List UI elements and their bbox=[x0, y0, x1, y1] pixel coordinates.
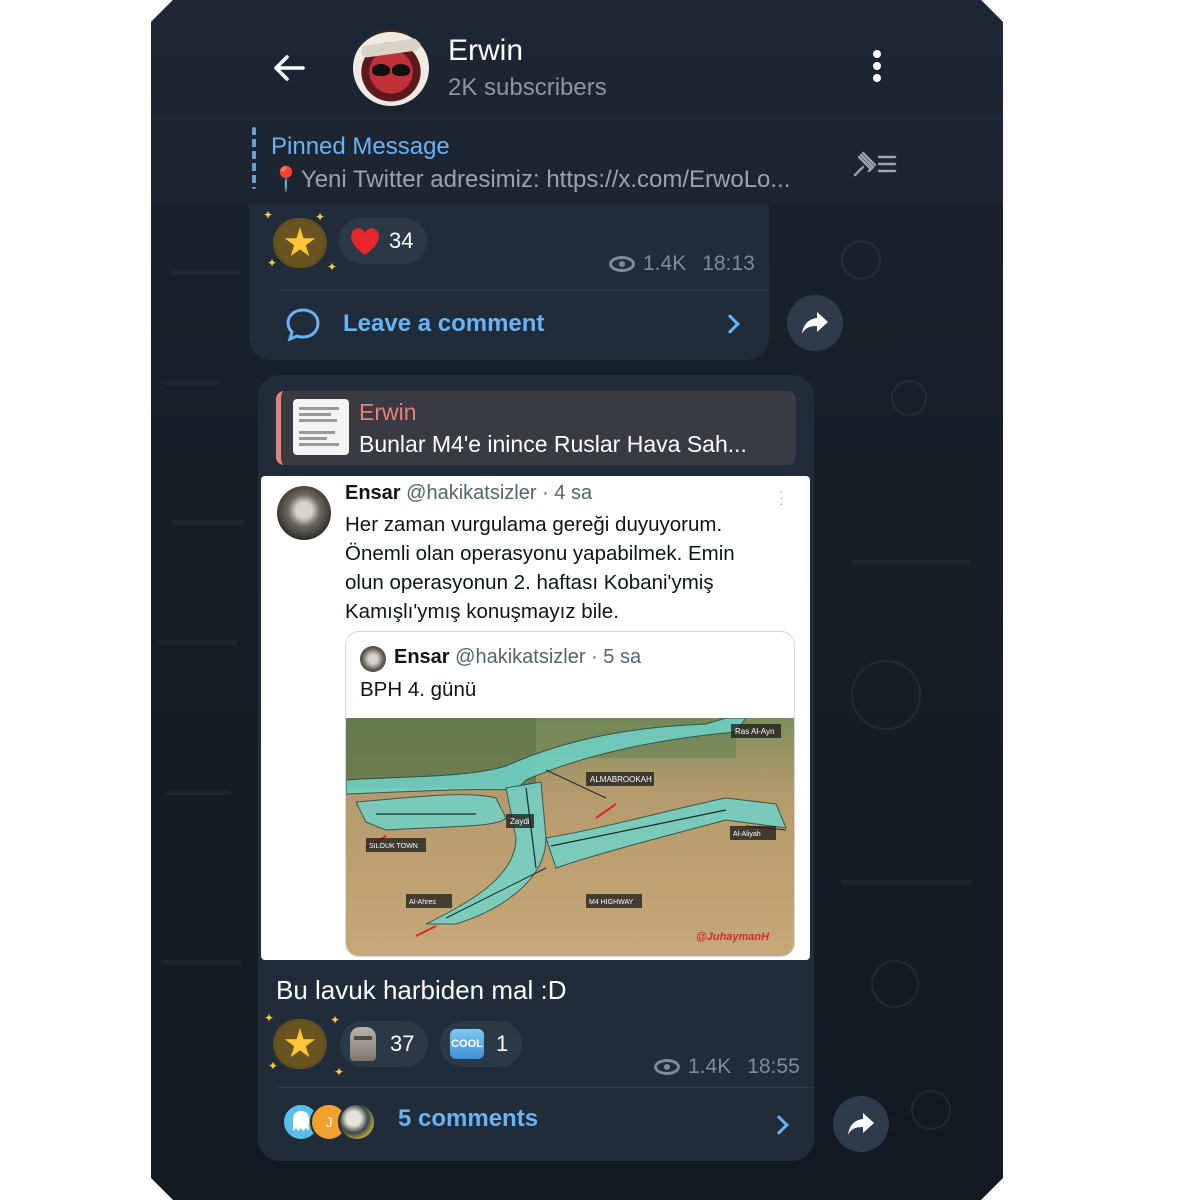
views-icon bbox=[609, 256, 635, 272]
tweet-author: Ensar bbox=[345, 482, 401, 504]
message-time: 18:55 bbox=[747, 1055, 800, 1078]
chevron-right-icon bbox=[720, 314, 740, 334]
view-count: 1.4K bbox=[643, 252, 687, 275]
tweet-line: olun operasyonun 2. haftası Kobani'ymiş bbox=[345, 571, 714, 594]
reaction-star[interactable] bbox=[273, 218, 327, 268]
quote-text: BPH 4. günü bbox=[360, 678, 477, 701]
wallpaper-line bbox=[157, 640, 237, 645]
star-icon bbox=[284, 1028, 316, 1058]
reaction-count: 34 bbox=[389, 228, 414, 253]
tweet-more-icon: · · · bbox=[779, 483, 784, 511]
quote-age: · 5 sa bbox=[591, 646, 642, 668]
wallpaper-line bbox=[171, 270, 241, 275]
pinned-list-icon[interactable] bbox=[851, 149, 897, 179]
message-meta: 1.4K 18:55 bbox=[654, 1055, 800, 1079]
leave-comment-button[interactable]: Leave a comment bbox=[285, 306, 544, 342]
pinned-title: Pinned Message bbox=[271, 133, 450, 160]
chat-header: Erwin 2K subscribers bbox=[151, 0, 1003, 118]
comments-button[interactable]: 5 comments bbox=[398, 1105, 538, 1133]
map-label: Ras Al-Ayn bbox=[735, 727, 774, 736]
moai-icon bbox=[350, 1027, 376, 1061]
wallpaper-doodle bbox=[871, 960, 919, 1008]
quote-avatar bbox=[360, 646, 386, 672]
tweet-body: Her zaman vurgulama gereği duyuyorum. Ön… bbox=[345, 510, 785, 626]
wallpaper-line bbox=[161, 380, 221, 385]
wallpaper-line bbox=[165, 790, 231, 795]
divider bbox=[279, 290, 769, 291]
reaction-count: 1 bbox=[496, 1031, 509, 1056]
pinned-text: 📍Yeni Twitter adresimiz: https://x.com/E… bbox=[271, 166, 791, 193]
channel-name[interactable]: Erwin bbox=[448, 34, 523, 68]
map-label: Zaydi bbox=[510, 817, 530, 826]
quoted-tweet: Ensar @hakikatsizler · 5 sa BPH 4. günü bbox=[345, 631, 795, 957]
subscriber-count: 2K subscribers bbox=[448, 74, 607, 101]
telegram-screen: Erwin 2K subscribers Pinned Message 📍Yen… bbox=[151, 0, 1003, 1200]
share-button[interactable] bbox=[787, 295, 843, 351]
comments-label: 5 comments bbox=[398, 1105, 539, 1132]
tweet-line: Kamışlı'ymış konuşmayız bile. bbox=[345, 600, 619, 623]
share-icon bbox=[848, 1113, 874, 1135]
reply-text: Bunlar M4'e inince Ruslar Hava Sah... bbox=[359, 431, 747, 457]
channel-avatar[interactable] bbox=[353, 30, 429, 106]
reply-thumbnail bbox=[293, 399, 349, 455]
tweet-age: · 4 sa bbox=[542, 482, 593, 504]
pinned-indicator bbox=[252, 127, 256, 189]
map-label: SILOUK TOWN bbox=[369, 843, 418, 850]
wallpaper-doodle bbox=[891, 380, 927, 416]
cool-icon: COOL bbox=[450, 1029, 484, 1059]
quote-handle: @hakikatsizler bbox=[455, 646, 586, 668]
reaction-cool[interactable]: COOL 1 bbox=[440, 1021, 523, 1067]
heart-icon bbox=[349, 226, 381, 256]
quote-header: Ensar @hakikatsizler · 5 sa bbox=[394, 646, 641, 669]
wallpaper-doodle bbox=[911, 1090, 951, 1130]
tweet-avatar bbox=[277, 486, 331, 540]
reaction-heart[interactable]: 34 bbox=[339, 218, 428, 264]
divider bbox=[278, 1087, 814, 1088]
message-caption: Bu lavuk harbiden mal :D bbox=[276, 975, 567, 1005]
comment-bubble-icon bbox=[286, 308, 320, 342]
wallpaper-line bbox=[171, 520, 245, 525]
view-count: 1.4K bbox=[688, 1055, 732, 1078]
reply-author: Erwin bbox=[359, 399, 417, 425]
reply-preview[interactable]: Erwin Bunlar M4'e inince Ruslar Hava Sah… bbox=[276, 391, 796, 465]
map-label: M4 HIGHWAY bbox=[589, 899, 634, 906]
quote-author: Ensar bbox=[394, 646, 450, 668]
wallpaper-line bbox=[851, 560, 971, 565]
map-label: ALMABROOKAH bbox=[590, 775, 652, 784]
wallpaper-doodle bbox=[851, 660, 921, 730]
share-icon bbox=[802, 312, 828, 334]
share-button[interactable] bbox=[833, 1096, 889, 1152]
wallpaper-doodle bbox=[841, 240, 881, 280]
message-bubble: Erwin Bunlar M4'e inince Ruslar Hava Sah… bbox=[258, 375, 814, 1161]
map-label: Al-Ahres bbox=[409, 899, 436, 906]
back-arrow-icon[interactable] bbox=[269, 48, 309, 88]
tweet-line: Önemli olan operasyonu yapabilmek. Emin bbox=[345, 542, 735, 565]
message-time: 18:13 bbox=[702, 252, 755, 275]
map-label: Al-Aliyah bbox=[733, 831, 761, 838]
tweet-header: Ensar @hakikatsizler · 4 sa bbox=[345, 482, 592, 505]
commenter-avatar bbox=[338, 1103, 376, 1141]
tweet-line: Her zaman vurgulama gereği duyuyorum. bbox=[345, 513, 723, 536]
message-meta: 1.4K 18:13 bbox=[609, 252, 755, 276]
reaction-star[interactable] bbox=[273, 1019, 327, 1069]
map-credit: @JuhaymanH bbox=[696, 931, 770, 943]
chevron-right-icon bbox=[769, 1115, 789, 1135]
reaction-count: 37 bbox=[390, 1031, 415, 1056]
star-icon bbox=[284, 227, 316, 257]
wallpaper-line bbox=[161, 960, 241, 965]
views-icon bbox=[654, 1059, 680, 1075]
comment-label: Leave a comment bbox=[343, 310, 545, 337]
more-options-icon[interactable] bbox=[867, 50, 887, 86]
map-image: Ras Al-Ayn ALMABROOKAH Zaydi SILOUK TOWN… bbox=[346, 718, 794, 956]
message-bubble: ✦ ✦ ✦ ✦ 34 1.4K 18:13 Leave a comment bbox=[249, 204, 769, 360]
wallpaper-line bbox=[841, 880, 971, 885]
tweet-handle: @hakikatsizler bbox=[406, 482, 537, 504]
pinned-message-bar[interactable]: Pinned Message 📍Yeni Twitter adresimiz: … bbox=[151, 118, 1003, 204]
tweet-screenshot[interactable]: Ensar @hakikatsizler · 4 sa · · · Her zama… bbox=[261, 476, 810, 960]
reaction-moai[interactable]: 37 bbox=[340, 1021, 429, 1067]
